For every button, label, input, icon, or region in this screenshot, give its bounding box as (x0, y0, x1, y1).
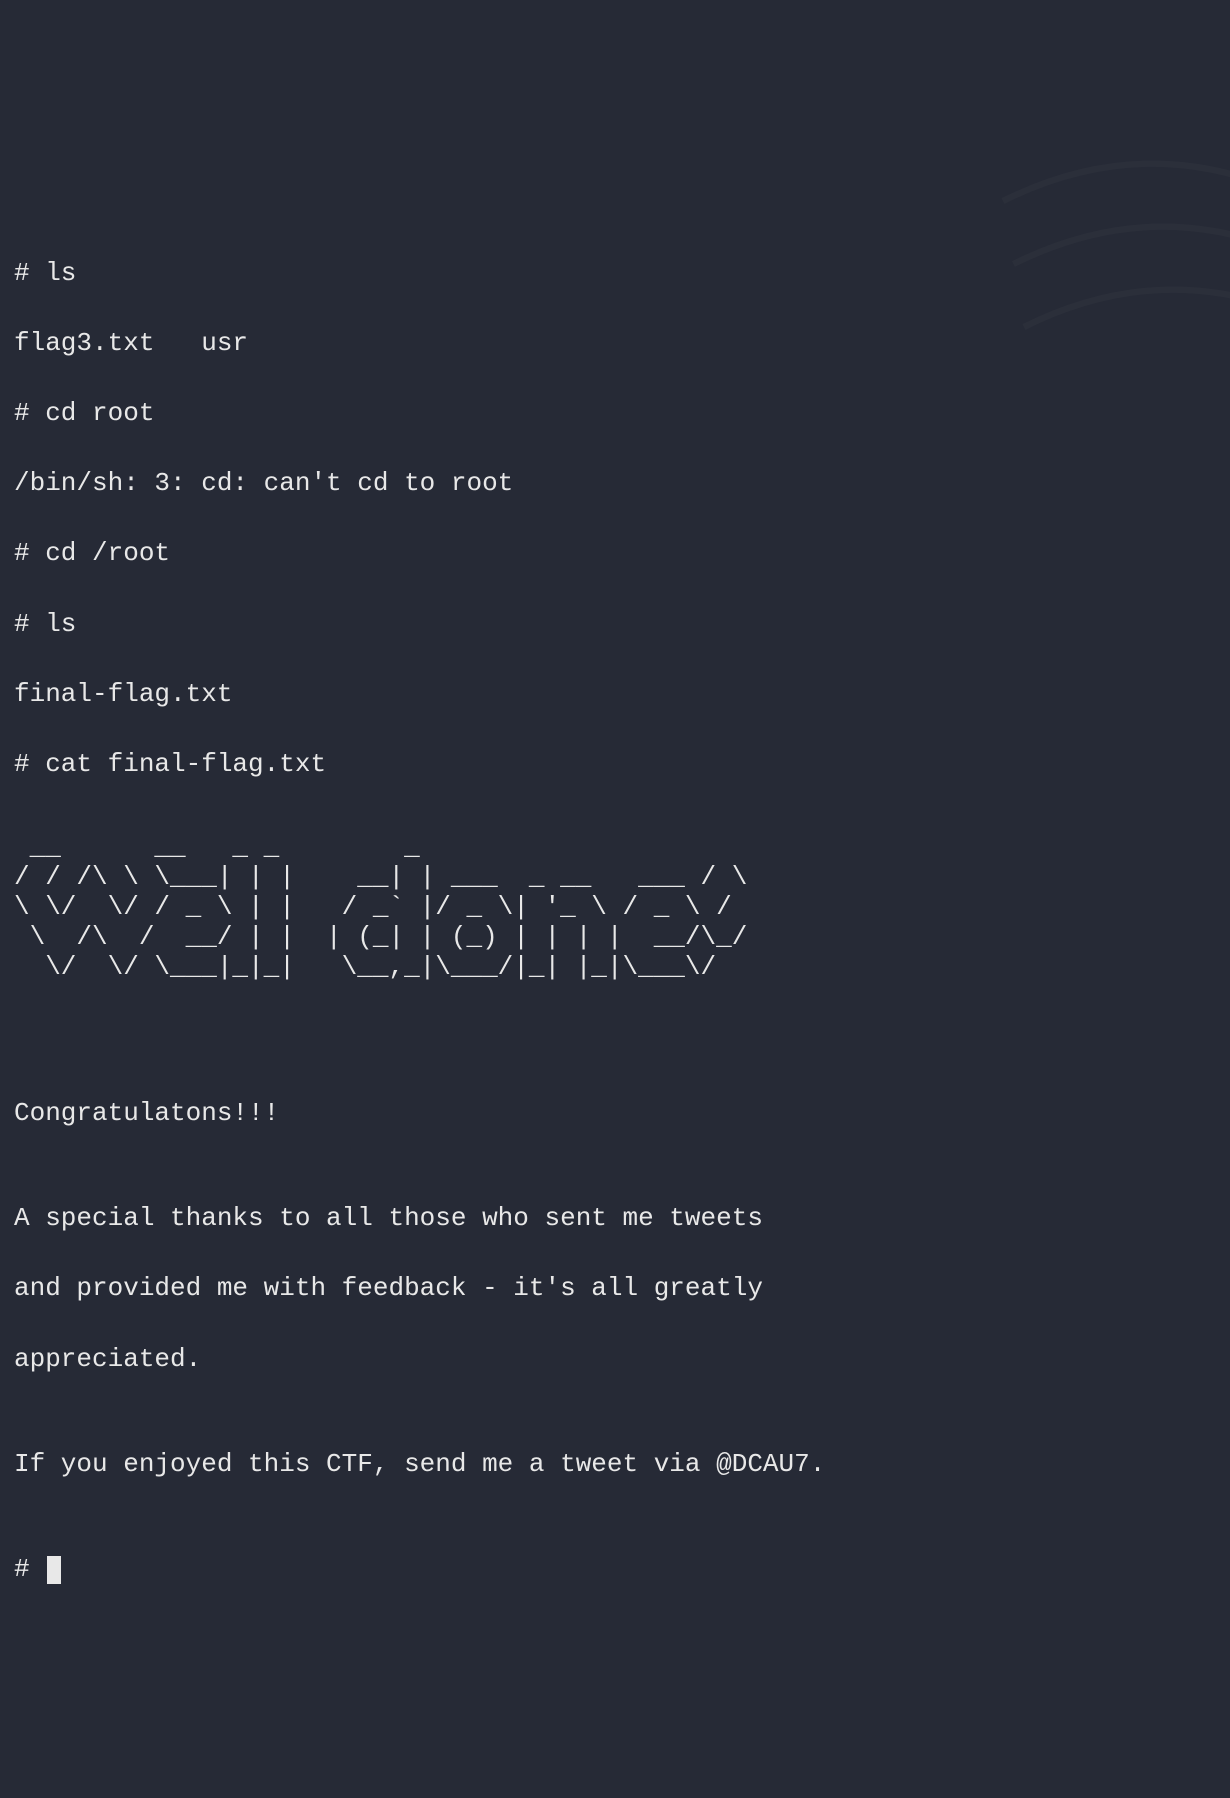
ascii-art-well-done: __ __ _ _ _ / / /\ \ \___| | | __| | ___… (14, 833, 1216, 982)
terminal-line: If you enjoyed this CTF, send me a tweet… (14, 1447, 1216, 1482)
terminal-output[interactable]: # ls flag3.txt usr # cd root /bin/sh: 3:… (14, 221, 1216, 1623)
terminal-line: # ls (14, 256, 1216, 291)
terminal-line: Congratulatons!!! (14, 1096, 1216, 1131)
terminal-line: A special thanks to all those who sent m… (14, 1201, 1216, 1236)
terminal-line: final-flag.txt (14, 677, 1216, 712)
terminal-line: /bin/sh: 3: cd: can't cd to root (14, 466, 1216, 501)
terminal-line: and provided me with feedback - it's all… (14, 1271, 1216, 1306)
terminal-line: # cd /root (14, 536, 1216, 571)
terminal-line: flag3.txt usr (14, 326, 1216, 361)
terminal-prompt-line[interactable]: # (14, 1552, 1216, 1587)
terminal-line: # cat final-flag.txt (14, 747, 1216, 782)
terminal-line: appreciated. (14, 1342, 1216, 1377)
cursor (47, 1556, 61, 1584)
terminal-line: # ls (14, 607, 1216, 642)
prompt-symbol: # (14, 1554, 45, 1584)
terminal-line: # cd root (14, 396, 1216, 431)
